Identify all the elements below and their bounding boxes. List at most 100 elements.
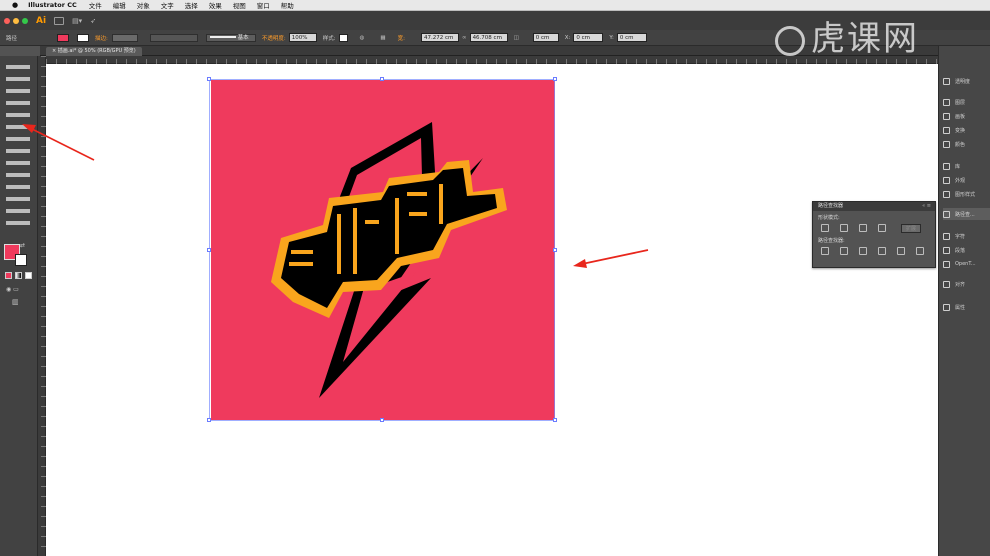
swap-colors-icon[interactable]: ⇄ xyxy=(20,242,25,249)
menu-file[interactable]: 文件 xyxy=(89,0,102,10)
panel-color[interactable]: 颜色 xyxy=(943,138,965,150)
zoom-window-button[interactable] xyxy=(22,17,28,24)
selection-handle[interactable] xyxy=(207,77,211,81)
selection-handle[interactable] xyxy=(553,248,557,252)
brush-definition-dropdown[interactable]: 基本 xyxy=(205,33,256,42)
menu-type[interactable]: 文字 xyxy=(161,0,174,10)
panel-align[interactable]: 对齐 xyxy=(943,278,965,290)
stroke-label[interactable]: 描边: xyxy=(95,34,108,42)
panel-label: 对齐 xyxy=(955,281,966,288)
panel-label: 路径查... xyxy=(955,211,975,218)
width-field[interactable]: 47.272 cm xyxy=(420,33,459,42)
vertical-ruler[interactable] xyxy=(38,56,46,556)
crop-button[interactable] xyxy=(878,247,886,255)
recolor-icon[interactable]: ◍ xyxy=(360,35,365,41)
opentype-icon xyxy=(943,260,950,268)
menu-object[interactable]: 对象 xyxy=(137,0,150,10)
stroke-weight-dropdown[interactable] xyxy=(111,33,138,42)
transform-icon xyxy=(943,126,950,134)
right-panel-dock: 透明度 图层 画板 变换 颜色 库 外观 图形样式 路径查... 字符 段落 O… xyxy=(938,46,990,556)
selection-bounding-box xyxy=(209,79,555,421)
app-name-menu[interactable]: Illustrator CC xyxy=(28,1,77,9)
trim-button[interactable] xyxy=(840,247,848,255)
panel-transparency[interactable]: 透明度 xyxy=(943,75,970,87)
panel-properties[interactable]: 属性 xyxy=(943,301,965,313)
panel-appearance[interactable]: 外观 xyxy=(943,174,965,186)
exclude-button[interactable] xyxy=(878,224,886,232)
constrain-proportions-icon[interactable]: ∞ xyxy=(462,35,467,41)
selection-handle[interactable] xyxy=(553,418,557,422)
window-controls xyxy=(4,17,28,24)
corner-type-icon[interactable]: ◫ xyxy=(514,35,519,41)
gpu-icon[interactable]: ➶ xyxy=(90,17,96,25)
screen-mode-icon[interactable]: ▥ xyxy=(12,298,19,306)
selection-handle[interactable] xyxy=(553,77,557,81)
color-mode-icon[interactable] xyxy=(5,272,12,279)
outline-button[interactable] xyxy=(897,247,905,255)
artboard[interactable] xyxy=(207,77,557,422)
stroke-swatch[interactable] xyxy=(15,254,27,266)
menu-help[interactable]: 帮助 xyxy=(281,0,294,10)
opacity-field[interactable]: 100% xyxy=(288,33,317,42)
fill-color-swatch[interactable] xyxy=(57,33,70,42)
height-field[interactable]: 46.708 cm xyxy=(469,33,508,42)
illustrator-window: ● Illustrator CC 文件 编辑 对象 文字 选择 效果 视图 窗口… xyxy=(0,0,990,556)
panel-label: 图形样式 xyxy=(955,191,976,198)
panel-paragraph[interactable]: 段落 xyxy=(943,244,965,256)
variable-width-dropdown[interactable] xyxy=(149,33,198,42)
menu-view[interactable]: 视图 xyxy=(233,0,246,10)
selection-handle[interactable] xyxy=(380,77,384,81)
align-icon[interactable]: ▦ xyxy=(380,35,385,41)
panel-layers[interactable]: 图层 xyxy=(943,96,965,108)
workspace-icon[interactable] xyxy=(54,16,65,25)
panel-opentype[interactable]: OpenT... xyxy=(943,258,976,270)
menu-select[interactable]: 选择 xyxy=(185,0,198,10)
unite-button[interactable] xyxy=(821,224,829,232)
tools-panel: ⇄ ◉ ▭ ▥ xyxy=(0,56,38,556)
panel-libraries[interactable]: 库 xyxy=(943,160,960,172)
minimize-window-button[interactable] xyxy=(13,17,19,24)
gradient-mode-icon[interactable] xyxy=(15,272,22,279)
corner-radius-field[interactable]: 0 cm xyxy=(532,33,559,42)
pathfinder-panel-header[interactable]: 路径查找器 « ≡ xyxy=(813,202,935,211)
menu-window[interactable]: 窗口 xyxy=(257,0,270,10)
panel-label: 透明度 xyxy=(955,78,971,85)
paragraph-icon xyxy=(943,246,950,254)
selection-handle[interactable] xyxy=(207,418,211,422)
panel-transform[interactable]: 变换 xyxy=(943,124,965,136)
panel-menu-icon[interactable]: « ≡ xyxy=(922,202,931,211)
document-tab[interactable]: × 插画.ai* @ 50% (RGB/GPU 预览) xyxy=(46,47,142,56)
opacity-label[interactable]: 不透明度: xyxy=(262,34,286,42)
tool-icons[interactable] xyxy=(6,61,30,231)
panel-label: 字符 xyxy=(955,233,966,240)
close-window-button[interactable] xyxy=(4,17,10,24)
panel-pathfinder[interactable]: 路径查... xyxy=(943,208,990,220)
none-mode-icon[interactable] xyxy=(25,272,32,279)
merge-button[interactable] xyxy=(859,247,867,255)
menu-effect[interactable]: 效果 xyxy=(209,0,222,10)
arrange-documents-icon[interactable]: ▤▾ xyxy=(72,17,82,25)
selection-handle[interactable] xyxy=(207,248,211,252)
divide-button[interactable] xyxy=(821,247,829,255)
panel-artboards[interactable]: 画板 xyxy=(943,110,965,122)
libraries-icon xyxy=(943,162,950,170)
pathfinder-icon xyxy=(943,210,950,218)
stroke-color-swatch[interactable] xyxy=(77,33,90,42)
menu-edit[interactable]: 编辑 xyxy=(113,0,126,10)
minus-back-button[interactable] xyxy=(916,247,924,255)
graphic-style-swatch[interactable] xyxy=(338,33,348,42)
intersect-button[interactable] xyxy=(859,224,867,232)
panel-character[interactable]: 字符 xyxy=(943,230,965,242)
selection-type-label: 路径 xyxy=(6,35,18,42)
apple-icon[interactable]: ● xyxy=(12,1,18,9)
expand-button[interactable]: 扩展 xyxy=(901,223,922,233)
pathfinder-panel: 路径查找器 « ≡ 形状模式: 扩展 路径查找器: xyxy=(812,201,936,268)
y-position-field[interactable]: 0 cm xyxy=(616,33,647,42)
y-label: Y: xyxy=(609,34,614,41)
draw-mode-icons[interactable]: ◉ ▭ xyxy=(6,286,19,293)
selection-handle[interactable] xyxy=(380,418,384,422)
panel-graphic-styles[interactable]: 图形样式 xyxy=(943,188,975,200)
minus-front-button[interactable] xyxy=(840,224,848,232)
x-position-field[interactable]: 0 cm xyxy=(573,33,604,42)
character-icon xyxy=(943,232,950,240)
